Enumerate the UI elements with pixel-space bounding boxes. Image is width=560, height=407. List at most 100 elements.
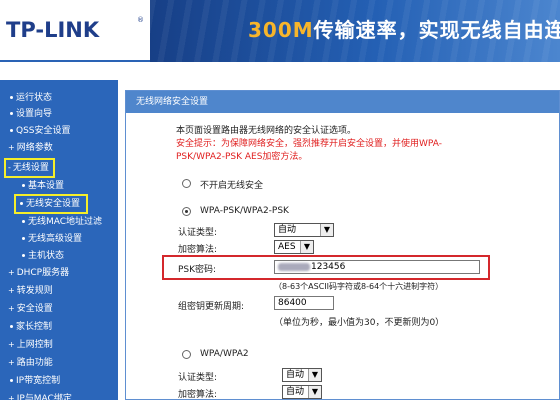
expand-arrow-icon: + [8,143,15,152]
option-no-security-label: 不开启无线安全 [200,181,264,191]
group-key-renew-input[interactable]: 86400 [274,296,334,310]
sidebar-item-wizard[interactable]: 设置向导 [10,106,52,122]
option-wpa-wpa2-label: WPA/WPA2 [200,349,249,359]
sidebar-item-bandwidth[interactable]: IP带宽控制 [10,373,60,389]
bullet-icon [22,220,25,223]
sidebar-item-label: 转发规则 [16,286,53,296]
auth-type-2-select[interactable]: 自动 ▼ [282,368,322,382]
sidebar-item-advanced[interactable]: 无线高级设置 [22,231,82,247]
sidebar-item-label: IP与MAC绑定 [16,394,72,404]
bullet-icon [10,379,13,382]
encryption-2-value: 自动 [286,387,305,397]
bullet-icon [22,184,25,187]
sidebar-item-label: 路由功能 [16,358,53,368]
encryption-label: 加密算法: [178,245,218,255]
security-warning-line2: PSK/WPA2-PSK AES加密方法。 [176,152,308,162]
slogan: 300M传输速率，实现无线自由连 [248,14,560,43]
auth-type-2-label: 认证类型: [178,373,218,383]
sidebar-item-label: IP带宽控制 [16,376,61,386]
slogan-highlight: 300M [248,18,314,42]
sidebar-nav: 运行状态 设置向导 QSS安全设置 + 网络参数 - 无线设置 基本设置 无线安全设… [0,80,118,404]
intro-text: 本页面设置路由器无线网络的安全认证选项。 [176,126,357,136]
sidebar-item-label: 主机状态 [28,251,65,261]
sidebar-item-access-control[interactable]: + 上网控制 [8,337,53,353]
sidebar-item-wireless[interactable]: - 无线设置 [4,158,55,178]
slogan-area: 300M传输速率，实现无线自由连 [150,0,560,62]
sidebar-item-dhcp[interactable]: + DHCP服务器 [8,265,69,281]
sidebar-item-label: 基本设置 [28,181,65,191]
sidebar-item-qss[interactable]: QSS安全设置 [10,123,71,139]
sidebar-item-forwarding[interactable]: + 转发规则 [8,283,53,299]
registered-mark: ® [137,16,144,24]
sidebar-item-label: 上网控制 [16,340,53,350]
sidebar-item-basic[interactable]: 基本设置 [22,178,64,194]
sidebar-item-label: 无线安全设置 [26,199,81,209]
logo-area: TP-LINK ® [0,0,150,62]
tp-link-logo: TP-LINK [6,18,100,42]
sidebar-item-parental[interactable]: 家长控制 [10,319,52,335]
expand-arrow-icon: + [8,304,15,313]
psk-password-label: PSK密码: [178,265,217,275]
encryption-2-select[interactable]: 自动 ▼ [282,385,322,399]
sidebar-item-label: 设置向导 [16,109,53,119]
sidebar-item-label: 网络参数 [16,143,53,153]
option-wpa-psk-label: WPA-PSK/WPA2-PSK [200,206,289,216]
expand-arrow-icon: + [8,358,15,367]
radio-no-security[interactable] [182,179,191,188]
expand-arrow-icon: + [8,340,15,349]
bullet-icon [10,96,13,99]
bullet-icon [10,325,13,328]
sidebar-item-label: 家长控制 [16,322,53,332]
sidebar-item-label: 安全设置 [16,304,53,314]
sidebar-item-label: 无线MAC地址过滤 [28,217,103,227]
sidebar-item-security[interactable]: + 安全设置 [8,301,53,317]
header-separator [0,62,560,80]
bullet-icon [20,202,23,205]
sidebar-item-mac-filter[interactable]: 无线MAC地址过滤 [22,214,102,230]
slogan-text: 传输速率，实现无线自由连 [313,18,560,42]
bullet-icon [10,129,13,132]
sidebar-item-ip-mac-binding[interactable]: + IP与MAC绑定 [8,391,72,407]
encryption-value: AES [278,242,296,252]
radio-wpa-wpa2[interactable] [182,350,191,359]
panel-title: 无线网络安全设置 [126,91,559,113]
group-key-renew-hint: （单位为秒，最小值为30，不更新则为0） [274,318,445,328]
group-key-renew-label: 组密钥更新周期: [178,302,245,312]
expand-arrow-icon: + [8,268,15,277]
bullet-icon [22,254,25,257]
sidebar-item-routing[interactable]: + 路由功能 [8,355,53,371]
auth-type-select[interactable]: 自动 ▼ [274,223,334,237]
sidebar-item-wireless-security[interactable]: 无线安全设置 [13,194,89,214]
auth-type-value: 自动 [278,225,297,235]
sidebar-item-label: QSS安全设置 [16,126,71,136]
collapse-minus-icon: - [8,163,11,172]
sidebar-item-network[interactable]: + 网络参数 [8,140,53,156]
sidebar-item-label: 无线设置 [12,163,49,173]
sidebar-item-label: 运行状态 [16,93,53,103]
obscured-text [278,262,310,271]
bullet-icon [10,112,13,115]
expand-arrow-icon: + [8,286,15,295]
chevron-down-icon: ▼ [308,369,321,381]
sidebar-item-label: DHCP服务器 [16,268,70,278]
encryption-select[interactable]: AES ▼ [274,240,314,254]
security-settings-panel: 无线网络安全设置 本页面设置路由器无线网络的安全认证选项。 安全提示：为保障网络… [125,90,560,400]
chevron-down-icon: ▼ [300,241,313,253]
auth-type-label: 认证类型: [178,228,218,238]
psk-password-input[interactable]: 123456 [274,260,480,274]
bullet-icon [22,237,25,240]
expand-arrow-icon: + [8,394,15,403]
chevron-down-icon: ▼ [308,386,321,398]
sidebar-item-host-status[interactable]: 主机状态 [22,248,64,264]
psk-hint: （8-63个ASCII码字符或8-64个十六进制字符） [274,282,444,291]
chevron-down-icon: ▼ [320,224,333,236]
header-banner: TP-LINK ® 300M传输速率，实现无线自由连 [0,0,560,62]
sidebar-item-label: 无线高级设置 [28,234,83,244]
encryption-2-label: 加密算法: [178,390,218,400]
auth-type-2-value: 自动 [286,370,305,380]
psk-password-value: 123456 [311,262,346,272]
sidebar-item-status[interactable]: 运行状态 [10,90,52,106]
security-warning-line1: 安全提示：为保障网络安全，强烈推荐开启安全设置，并使用WPA- [176,139,442,149]
radio-wpa-psk[interactable] [182,207,191,216]
group-key-renew-value: 86400 [278,298,307,308]
